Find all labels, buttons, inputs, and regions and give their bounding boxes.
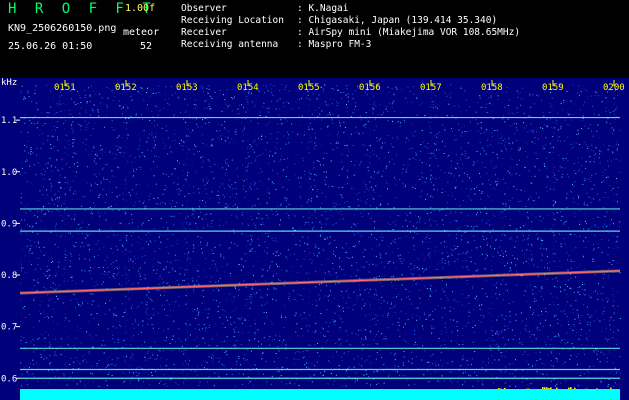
header-panel: H R O F F T 1.00f KN9_2506260150.png met…	[0, 0, 629, 80]
x-tick-label: 0158	[481, 83, 503, 93]
antenna-label: Receiving antenna	[181, 39, 279, 50]
x-tick-label: 0152	[115, 83, 137, 93]
y-axis-unit-label: kHz	[1, 78, 18, 88]
location-value: : Chigasaki, Japan (139.414 35.340)	[297, 15, 498, 26]
y-tick-label: 0.7	[1, 323, 17, 333]
x-tick-label: 0159	[542, 83, 564, 93]
spectrogram-chart: 0151 0152 0153 0154 0155 0156 0157 0158 0159 0200…	[0, 78, 629, 400]
datetime-label: 25.06.26 01:50	[8, 41, 93, 52]
y-tick-label: 0.9	[1, 219, 17, 229]
location-label: Receiving Location	[181, 15, 284, 26]
y-tick-label: 0.8	[1, 271, 17, 281]
spectrogram-background	[0, 78, 629, 400]
x-tick-label: 0155	[298, 83, 320, 93]
filename-label: KN9_2506260150.png	[8, 23, 117, 34]
antenna-value: : Maspro FM-3	[297, 39, 372, 50]
x-tick-label: 0157	[420, 83, 442, 93]
meter-base	[20, 389, 620, 400]
version-label: 1.00f	[125, 3, 156, 14]
meteor-label: meteor	[123, 27, 160, 38]
meteor-count: 52	[140, 41, 153, 52]
y-tick-label: 0.6	[1, 374, 17, 384]
spectrogram-panel: 0151 0152 0153 0154 0155 0156 0157 0158 0159 0200…	[0, 78, 629, 400]
x-tick-label: 0156	[359, 83, 381, 93]
observer-label: Observer	[181, 3, 227, 14]
observer-value: : K.Nagai	[297, 3, 349, 14]
receiver-label: Receiver	[181, 27, 227, 38]
x-tick-label: 0200	[603, 83, 625, 93]
x-tick-label: 0154	[237, 83, 259, 93]
receiver-value: : AirSpy mini (Miakejima VOR 108.65MHz)	[297, 27, 521, 38]
y-tick-label: 1.1	[1, 116, 17, 126]
x-tick-label: 0153	[176, 83, 198, 93]
y-tick-label: 1.0	[1, 168, 17, 178]
x-tick-label: 0151	[54, 83, 76, 93]
